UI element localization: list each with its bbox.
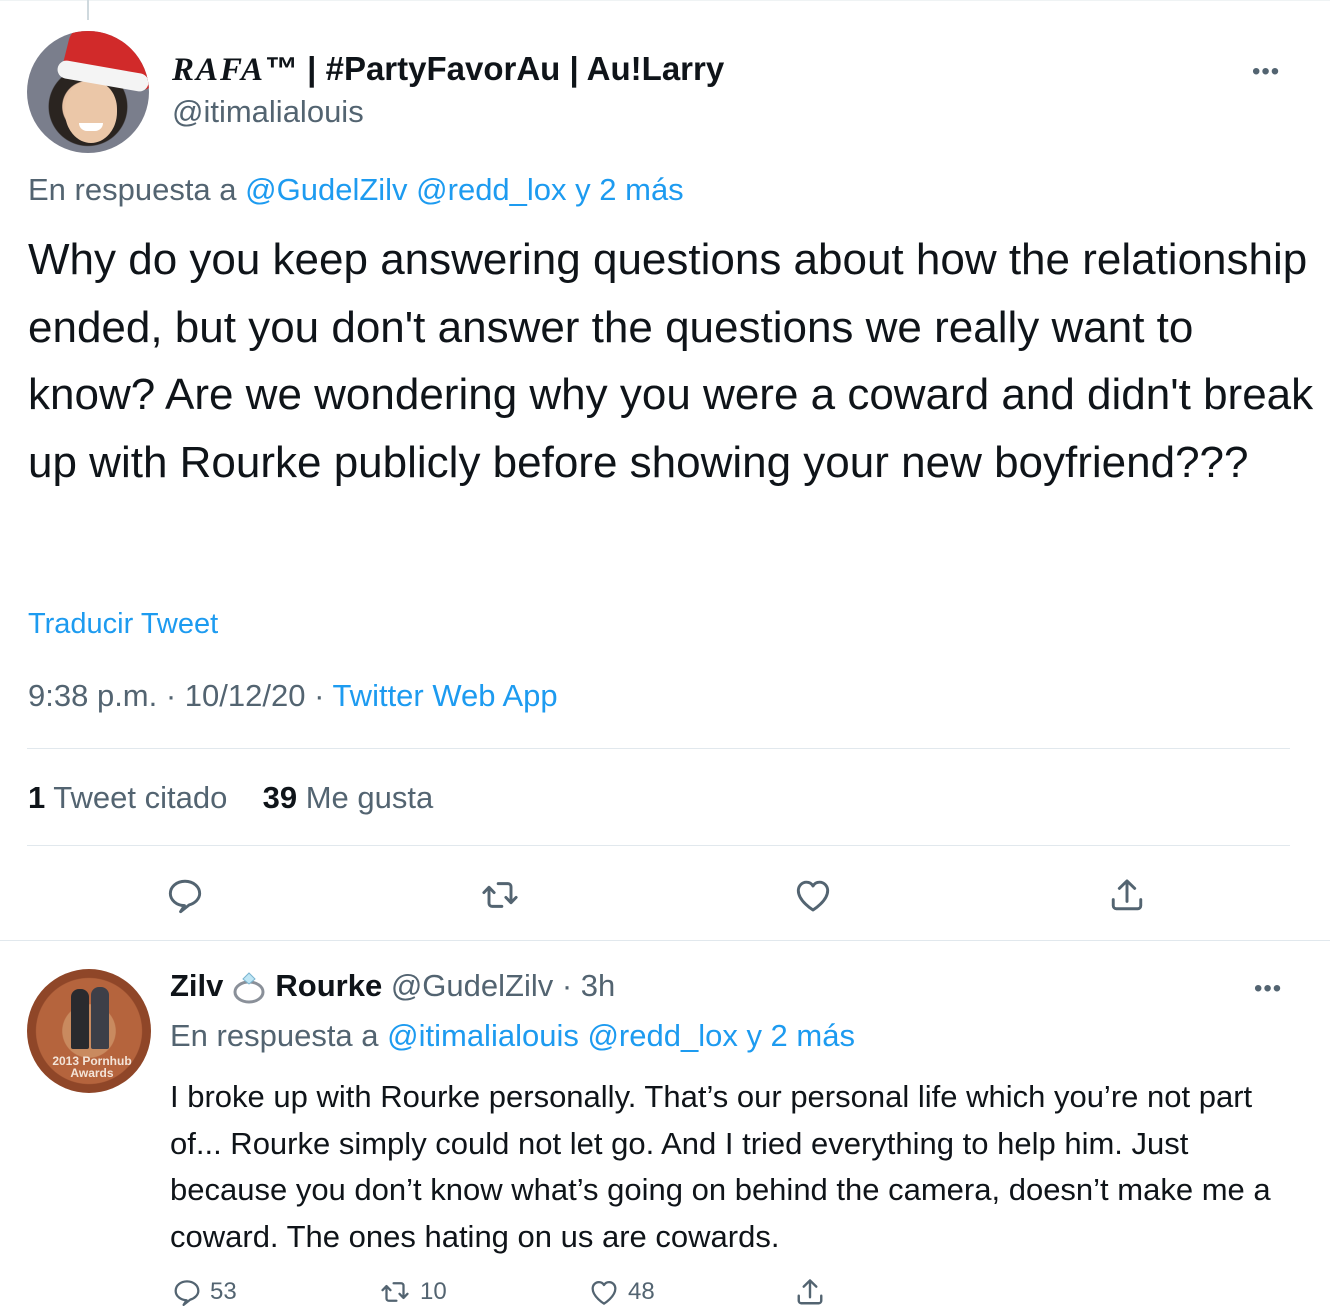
divider <box>27 845 1290 846</box>
avatar-award-text: 2013 Pornhub Awards <box>52 1054 132 1080</box>
reply-action[interactable]: 53 <box>170 1272 237 1312</box>
retweet-icon[interactable] <box>478 873 522 917</box>
retweet-action[interactable]: 10 <box>376 1272 447 1312</box>
divider <box>27 748 1290 749</box>
like-action[interactable]: 48 <box>586 1272 655 1312</box>
reply-author-last-name[interactable]: Rourke <box>275 968 382 1003</box>
reply-handle-time[interactable]: @GudelZilv · 3h <box>382 968 615 1003</box>
avatar-figure <box>71 989 89 1049</box>
tweet-metadata: 9:38 p.m. · 10/12/20 · Twitter Web App <box>28 678 558 714</box>
author-name-rest: ™ | #PartyFavorAu | Au!Larry <box>265 50 725 87</box>
tweet-text: Why do you keep answering questions abou… <box>28 235 1314 487</box>
reply-context: En respuesta a @GudelZilv @redd_lox y 2 … <box>28 172 684 208</box>
tweet-separator <box>0 940 1330 941</box>
reply-author-avatar[interactable]: 2013 Pornhub Awards <box>27 969 151 1093</box>
share-icon[interactable] <box>1105 873 1149 917</box>
reply-mentions-link[interactable]: @itimalialouis @redd_lox y 2 más <box>387 1018 855 1053</box>
reply-icon[interactable] <box>163 873 207 917</box>
retweet-icon <box>381 1282 409 1302</box>
author-name[interactable]: RAFA™ | #PartyFavorAu | Au!Larry <box>172 50 724 89</box>
reply-prefix: En respuesta a <box>28 172 246 207</box>
reply-icon <box>174 1280 200 1307</box>
heart-icon <box>591 1280 617 1305</box>
author-name-fancy: RAFA <box>172 52 266 88</box>
reply-author-first-name[interactable]: Zilv <box>170 968 223 1003</box>
author-handle[interactable]: @itimalialouis <box>172 94 364 130</box>
like-count: 48 <box>628 1278 655 1305</box>
avatar-face <box>65 81 117 143</box>
tweet-timestamp[interactable]: 9:38 p.m. · 10/12/20 · <box>28 678 332 713</box>
reply-context: En respuesta a @itimalialouis @redd_lox … <box>170 1018 855 1054</box>
reply-count: 53 <box>210 1278 237 1305</box>
reply-mentions-link[interactable]: @GudelZilv @redd_lox y 2 más <box>245 172 684 207</box>
likes-stat[interactable]: 39 Me gusta <box>263 780 434 815</box>
tweet-source-link[interactable]: Twitter Web App <box>332 678 557 713</box>
retweet-count: 10 <box>420 1278 447 1305</box>
thread-line <box>87 0 89 20</box>
share-action[interactable] <box>792 1272 834 1312</box>
more-options-icon[interactable]: ••• <box>1254 975 1282 1003</box>
ring-icon <box>233 972 265 1004</box>
share-icon <box>797 1279 823 1305</box>
top-border <box>0 0 1330 1</box>
reply-prefix: En respuesta a <box>170 1018 388 1053</box>
quote-tweets-stat[interactable]: 1 Tweet citado <box>28 780 227 815</box>
more-options-icon[interactable]: ••• <box>1252 58 1280 86</box>
reply-author-line: Zilv Rourke @GudelZilv · 3h <box>170 968 615 1005</box>
avatar-figure <box>91 987 109 1049</box>
tweet-stats: 1 Tweet citado 39 Me gusta <box>28 780 433 816</box>
translate-tweet-link[interactable]: Traducir Tweet <box>28 608 218 641</box>
author-avatar[interactable] <box>27 31 149 153</box>
heart-icon[interactable] <box>791 873 835 917</box>
reply-text: I broke up with Rourke personally. That’… <box>170 1079 1271 1254</box>
